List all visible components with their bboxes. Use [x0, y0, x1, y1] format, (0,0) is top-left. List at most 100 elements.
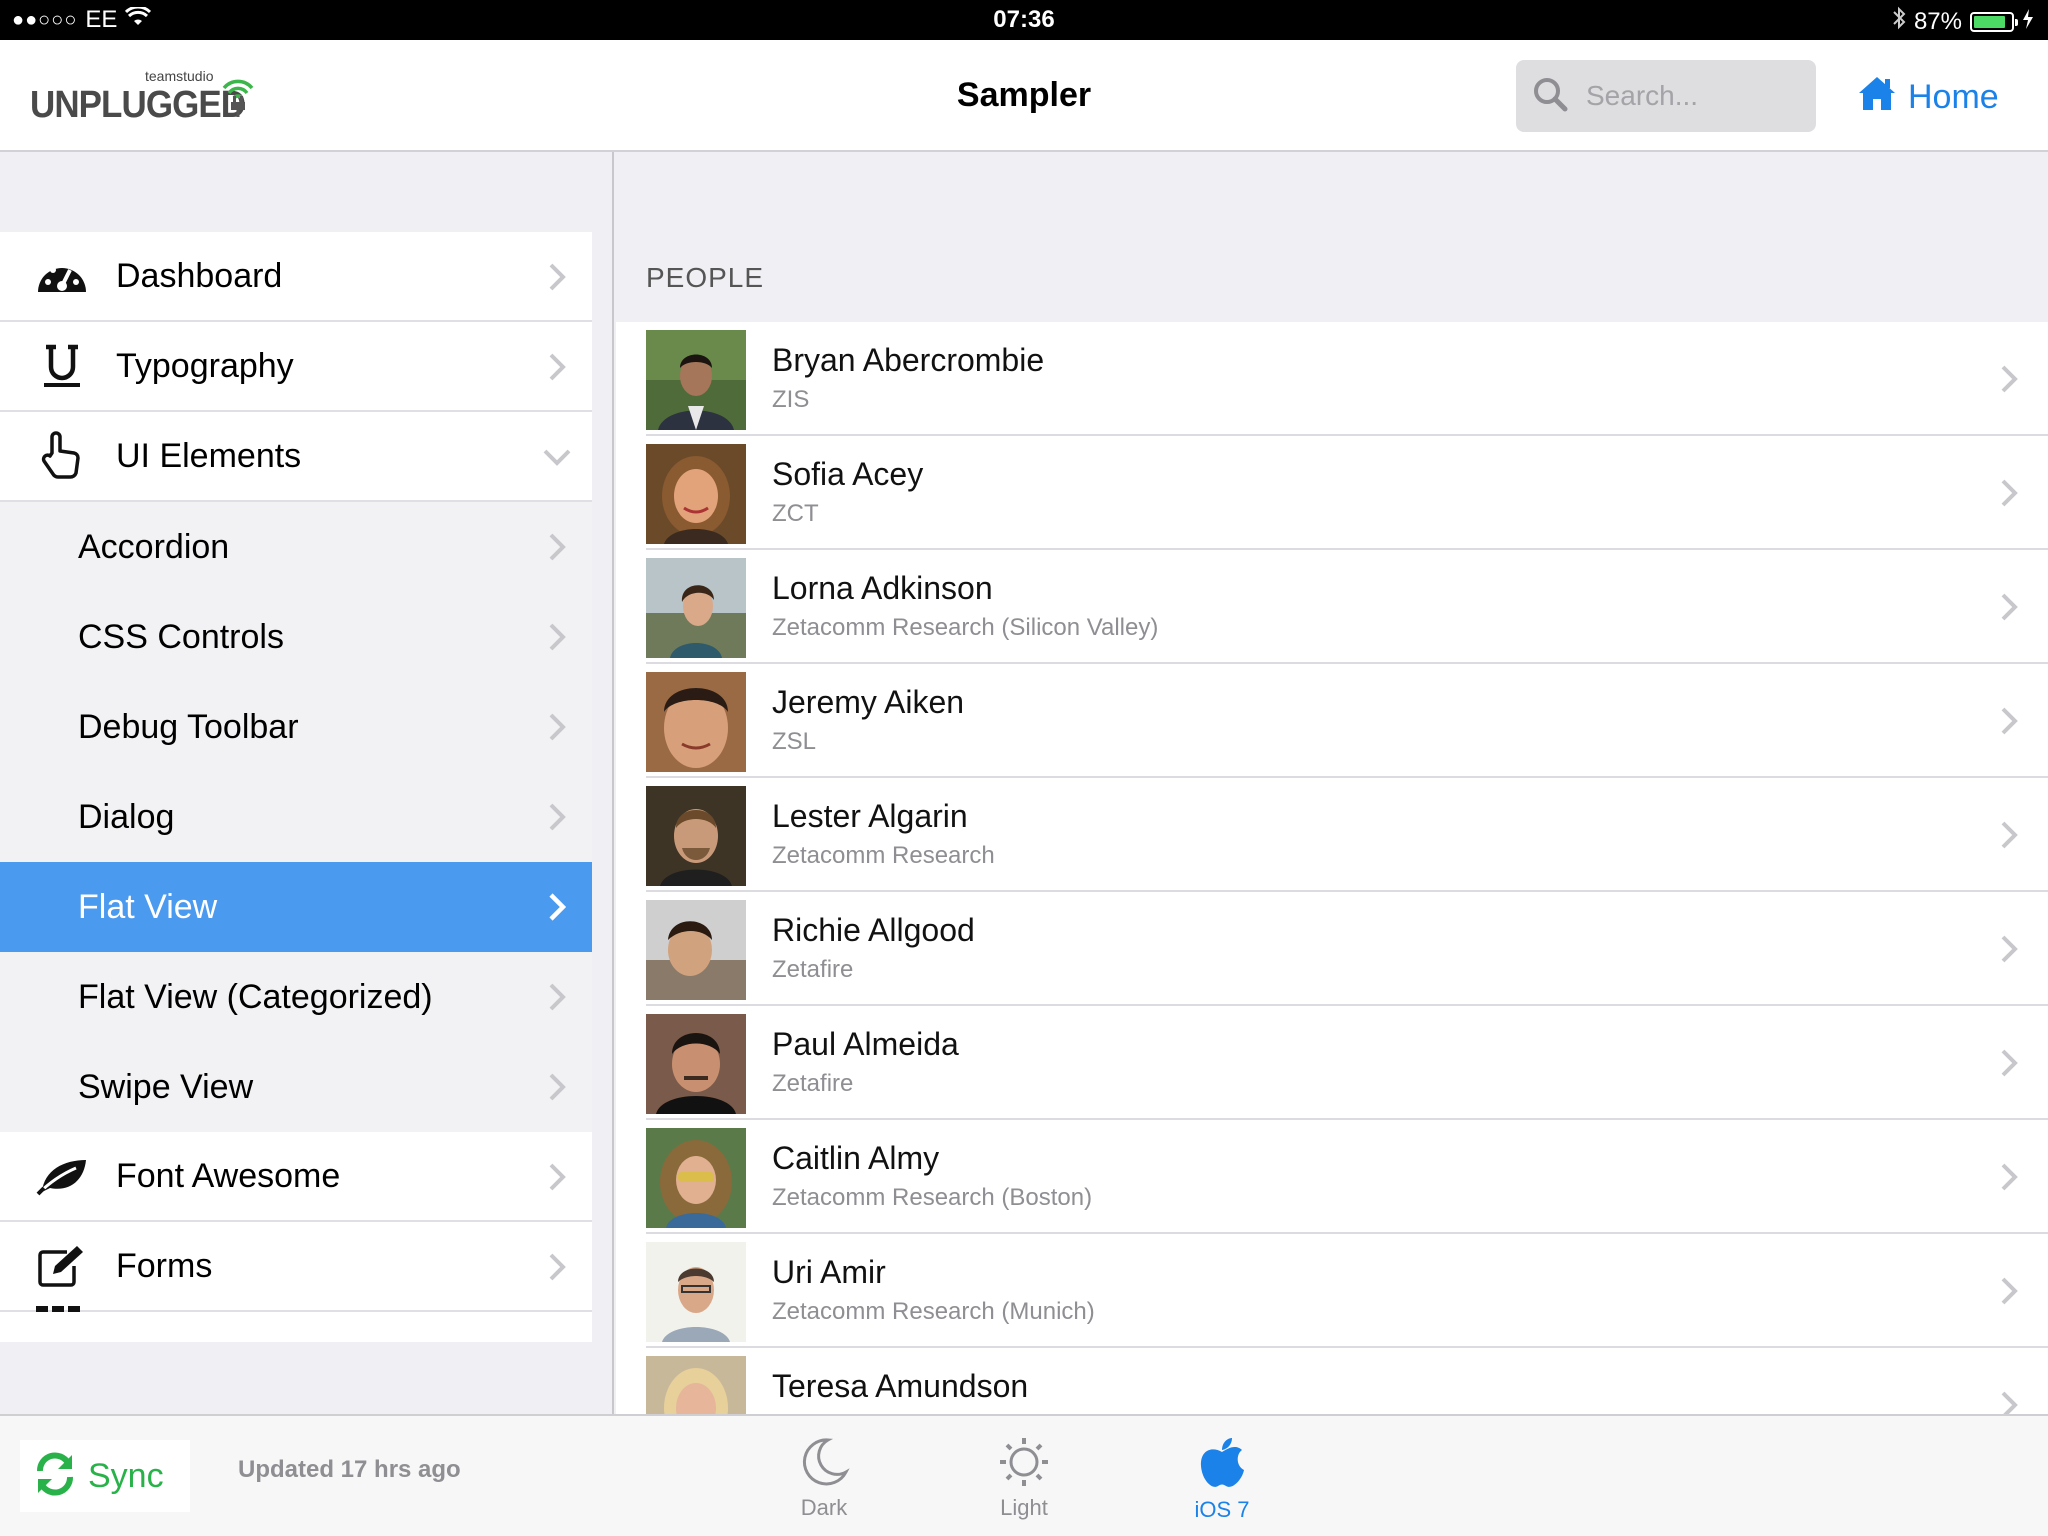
person-company: ZIS — [772, 386, 810, 413]
sidebar-item-partial[interactable] — [0, 1306, 592, 1342]
person-row[interactable]: Uri Amir Zetacomm Research (Munich) — [616, 1234, 2048, 1348]
chevron-down-icon — [542, 448, 572, 471]
sync-label: Sync — [88, 1456, 164, 1495]
status-time: 07:36 — [993, 6, 1055, 33]
person-company: Zetacomm Research (Silicon Valley) — [772, 614, 1159, 641]
apple-icon — [1198, 1438, 1246, 1494]
person-name: Lester Algarin — [772, 798, 968, 834]
chevron-right-icon — [548, 262, 566, 297]
theme-label: Light — [1000, 1495, 1048, 1520]
hand-pointer-icon — [34, 428, 90, 484]
chevron-right-icon — [548, 712, 566, 747]
sidebar-item-typography[interactable]: Typography — [0, 322, 592, 412]
dashboard-icon — [34, 248, 90, 304]
theme-ios7-button[interactable]: iOS 7 — [1162, 1436, 1282, 1523]
battery-level — [1974, 15, 2005, 28]
sidebar-item-label: Swipe View — [78, 1067, 254, 1106]
person-row[interactable]: Bryan Abercrombie ZIS — [616, 322, 2048, 436]
person-company: Zetacomm Research — [772, 842, 995, 869]
sidebar-item-debug-toolbar[interactable]: Debug Toolbar — [0, 682, 592, 772]
sidebar-item-label: Typography — [116, 346, 294, 385]
people-list: Bryan Abercrombie ZIS Sofia Acey ZCT Lor… — [616, 322, 2048, 1414]
sidebar-item-ui-elements[interactable]: UI Elements — [0, 412, 592, 502]
sidebar-item-swipe-view[interactable]: Swipe View — [0, 1042, 592, 1132]
sun-icon — [996, 1438, 1052, 1492]
home-label: Home — [1908, 78, 1999, 116]
sidebar-item-label: Dialog — [78, 797, 175, 836]
person-company: ZCT — [772, 500, 819, 527]
chevron-right-icon — [548, 352, 566, 387]
theme-dark-button[interactable]: Dark — [764, 1436, 884, 1521]
sidebar-item-flat-view[interactable]: Flat View — [0, 862, 592, 952]
sidebar-item-forms[interactable]: Forms — [0, 1222, 592, 1312]
ellipsis-icon — [36, 1306, 80, 1312]
chevron-right-icon — [2000, 364, 2018, 399]
sidebar-item-dialog[interactable]: Dialog — [0, 772, 592, 862]
sidebar: Dashboard Typography UI Elements Accordi… — [0, 152, 614, 1414]
bottom-toolbar: Sync Updated 17 hrs ago Dark Light iOS 7 — [0, 1414, 2048, 1536]
person-company: Zetacomm Research (Munich) — [772, 1298, 1095, 1325]
status-bar: ●●○○○ EE 07:36 87% — [0, 0, 2048, 40]
person-avatar — [646, 444, 746, 544]
person-avatar — [646, 1128, 746, 1228]
person-avatar — [646, 558, 746, 658]
person-row[interactable]: Caitlin Almy Zetacomm Research (Boston) — [616, 1120, 2048, 1234]
bluetooth-icon — [1892, 6, 1906, 37]
person-avatar — [646, 672, 746, 772]
chevron-right-icon — [548, 622, 566, 657]
person-row[interactable]: Teresa Amundson — [616, 1348, 2048, 1414]
last-updated-text: Updated 17 hrs ago — [238, 1456, 461, 1483]
sync-button[interactable]: Sync — [20, 1440, 190, 1512]
leaf-icon — [34, 1148, 90, 1204]
home-button[interactable]: Home — [1856, 74, 1999, 121]
person-avatar — [646, 786, 746, 886]
theme-light-button[interactable]: Light — [964, 1436, 1084, 1521]
battery-percent: 87% — [1913, 7, 1962, 35]
status-right: 87% — [1892, 6, 2034, 37]
chevron-right-icon — [2000, 1276, 2018, 1311]
chevron-right-icon — [548, 892, 567, 927]
person-avatar — [646, 1242, 746, 1342]
people-panel: PEOPLE Bryan Abercrombie ZIS Sofia Acey … — [616, 152, 2048, 1414]
chevron-right-icon — [548, 1252, 566, 1287]
chevron-right-icon — [548, 1072, 566, 1107]
sidebar-item-label: Flat View (Categorized) — [78, 977, 433, 1016]
chevron-right-icon — [2000, 1390, 2018, 1414]
sidebar-item-label: Flat View — [78, 887, 218, 926]
chevron-right-icon — [548, 802, 566, 837]
person-avatar — [646, 900, 746, 1000]
app-header: teamstudio UNPLUGGED Sampler Home — [0, 40, 2048, 152]
person-name: Teresa Amundson — [772, 1368, 1029, 1404]
person-company: ZSL — [772, 728, 817, 755]
edit-icon — [34, 1238, 90, 1294]
person-name: Paul Almeida — [772, 1026, 959, 1062]
refresh-icon — [32, 1451, 78, 1502]
person-row[interactable]: Lester Algarin Zetacomm Research — [616, 778, 2048, 892]
theme-label: iOS 7 — [1194, 1497, 1250, 1522]
person-name: Bryan Abercrombie — [772, 342, 1045, 378]
search-box[interactable] — [1516, 60, 1816, 132]
home-icon — [1856, 74, 1898, 121]
person-company: Zetafire — [772, 1070, 854, 1097]
person-avatar — [646, 330, 746, 430]
sidebar-item-accordion[interactable]: Accordion — [0, 502, 592, 592]
person-row[interactable]: Paul Almeida Zetafire — [616, 1006, 2048, 1120]
charging-icon — [2022, 8, 2034, 36]
sidebar-item-font-awesome[interactable]: Font Awesome — [0, 1132, 592, 1222]
sidebar-item-flat-view-categorized[interactable]: Flat View (Categorized) — [0, 952, 592, 1042]
chevron-right-icon — [548, 1162, 566, 1197]
sidebar-item-label: Debug Toolbar — [78, 707, 299, 746]
search-input[interactable] — [1584, 79, 1788, 113]
person-name: Caitlin Almy — [772, 1140, 940, 1176]
person-name: Sofia Acey — [772, 456, 924, 492]
person-row[interactable]: Richie Allgood Zetafire — [616, 892, 2048, 1006]
chevron-right-icon — [548, 532, 566, 567]
person-row[interactable]: Sofia Acey ZCT — [616, 436, 2048, 550]
person-row[interactable]: Jeremy Aiken ZSL — [616, 664, 2048, 778]
search-icon — [1532, 76, 1568, 117]
sidebar-item-css-controls[interactable]: CSS Controls — [0, 592, 592, 682]
person-name: Richie Allgood — [772, 912, 975, 948]
sidebar-item-dashboard[interactable]: Dashboard — [0, 232, 592, 322]
person-row[interactable]: Lorna Adkinson Zetacomm Research (Silico… — [616, 550, 2048, 664]
sidebar-item-label: Font Awesome — [116, 1156, 341, 1195]
